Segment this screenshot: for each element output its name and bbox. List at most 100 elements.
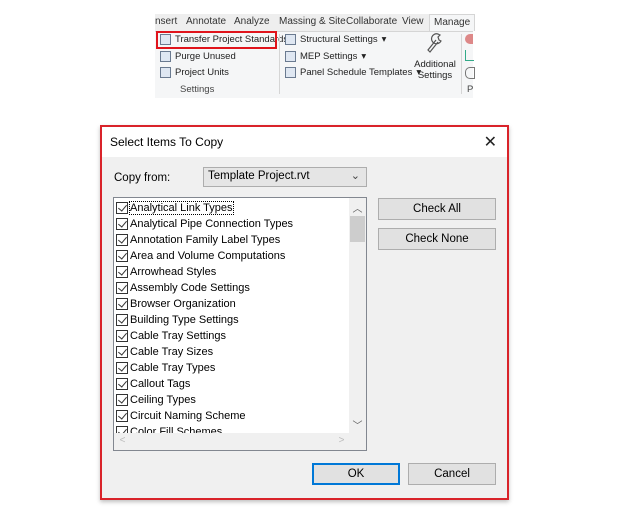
- ok-button[interactable]: OK: [312, 463, 400, 485]
- list-item-label: Cable Tray Types: [130, 362, 216, 374]
- additional-settings-button[interactable]: Additional Settings: [413, 32, 457, 92]
- list-item[interactable]: Callout Tags: [116, 376, 190, 392]
- cancel-button[interactable]: Cancel: [408, 463, 496, 485]
- mep-settings-label: MEP Settings: [300, 51, 358, 62]
- list-item[interactable]: Annotation Family Label Types: [116, 232, 280, 248]
- purge-icon: [160, 51, 171, 62]
- check-none-button[interactable]: Check None: [378, 228, 496, 250]
- list-item-label: Browser Organization: [130, 298, 236, 310]
- checkbox-checked[interactable]: [116, 250, 128, 262]
- checkbox-checked[interactable]: [116, 330, 128, 342]
- dialog-title: Select Items To Copy: [110, 135, 224, 149]
- list-item[interactable]: Analytical Pipe Connection Types: [116, 216, 293, 232]
- dialog-titlebar: Select Items To Copy ✕: [102, 127, 507, 157]
- panel-schedule-templates-button[interactable]: Panel Schedule Templates ▾: [285, 67, 421, 78]
- list-item-label: Analytical Pipe Connection Types: [130, 218, 294, 230]
- checkbox-checked[interactable]: [116, 362, 128, 374]
- ribbon-separator: [461, 34, 462, 94]
- checkbox-checked[interactable]: [116, 202, 128, 214]
- list-item[interactable]: Assembly Code Settings: [116, 280, 250, 296]
- list-item-label: Building Type Settings: [130, 314, 239, 326]
- project-units-button[interactable]: Project Units: [160, 67, 229, 78]
- list-item[interactable]: Building Type Settings: [116, 312, 239, 328]
- dropdown-arrow-icon: ▾: [381, 34, 387, 45]
- list-item-label: Cable Tray Settings: [130, 330, 226, 342]
- copy-from-select[interactable]: Template Project.rvt ⌄: [203, 167, 367, 187]
- purge-unused-label: Purge Unused: [175, 51, 236, 62]
- checkbox-checked[interactable]: [116, 378, 128, 390]
- partial-chart-icon: [465, 50, 474, 61]
- tab-view[interactable]: View: [402, 16, 424, 27]
- tab-collaborate[interactable]: Collaborate: [346, 16, 397, 27]
- scroll-left-icon[interactable]: <: [114, 435, 131, 446]
- list-item[interactable]: Analytical Link Types: [116, 200, 234, 216]
- checkbox-checked[interactable]: [116, 410, 128, 422]
- checkbox-checked[interactable]: [116, 282, 128, 294]
- checkbox-checked[interactable]: [116, 346, 128, 358]
- structural-settings-button[interactable]: Structural Settings ▾: [285, 34, 386, 45]
- tab-insert[interactable]: nsert: [155, 16, 177, 27]
- checkbox-checked[interactable]: [116, 298, 128, 310]
- list-item[interactable]: Cable Tray Sizes: [116, 344, 213, 360]
- horizontal-scrollbar[interactable]: < >: [114, 433, 350, 450]
- scroll-down-icon[interactable]: ﹀: [349, 417, 366, 432]
- check-all-button[interactable]: Check All: [378, 198, 496, 220]
- checkbox-checked[interactable]: [116, 266, 128, 278]
- partial-globe-icon: [465, 67, 475, 79]
- additional-settings-label-line1: Additional: [414, 59, 456, 70]
- partial-ribbon-icons: [465, 34, 475, 84]
- list-item-label: Ceiling Types: [130, 394, 196, 406]
- mep-settings-icon: [285, 51, 296, 62]
- list-item-label: Callout Tags: [130, 378, 191, 390]
- purge-unused-button[interactable]: Purge Unused: [160, 51, 236, 62]
- list-item-label: Area and Volume Computations: [130, 250, 286, 262]
- list-item[interactable]: Arrowhead Styles: [116, 264, 216, 280]
- scrollbar-thumb[interactable]: [350, 216, 365, 242]
- list-item[interactable]: Area and Volume Computations: [116, 248, 285, 264]
- revit-ribbon: nsert Annotate Analyze Massing & Site Co…: [155, 14, 476, 98]
- chevron-down-icon: ⌄: [350, 170, 360, 182]
- list-item-label: Arrowhead Styles: [130, 266, 217, 278]
- list-item[interactable]: Cable Tray Settings: [116, 328, 226, 344]
- checkbox-checked[interactable]: [116, 314, 128, 326]
- checkbox-checked[interactable]: [116, 394, 128, 406]
- structural-settings-label: Structural Settings: [300, 34, 378, 45]
- structural-settings-icon: [285, 34, 296, 45]
- tab-annotate[interactable]: Annotate: [186, 16, 226, 27]
- panel-schedule-templates-label: Panel Schedule Templates: [300, 67, 413, 78]
- partial-group-label: P: [467, 84, 474, 95]
- list-item[interactable]: Cable Tray Types: [116, 360, 215, 376]
- vertical-scrollbar[interactable]: ︿ ﹀: [349, 198, 366, 434]
- items-list[interactable]: Color Fill Schemes Circuit Naming Scheme C…: [113, 197, 367, 451]
- list-item-label: Annotation Family Label Types: [130, 234, 281, 246]
- checkbox-checked[interactable]: [116, 218, 128, 230]
- list-item-label: Assembly Code Settings: [130, 282, 250, 294]
- highlight-box: [156, 31, 277, 49]
- copy-from-value: Template Project.rvt: [208, 170, 310, 182]
- ribbon-tabs: nsert Annotate Analyze Massing & Site Co…: [155, 14, 476, 32]
- list-item[interactable]: Ceiling Types: [116, 392, 196, 408]
- list-item[interactable]: Browser Organization: [116, 296, 236, 312]
- list-item-label: Cable Tray Sizes: [130, 346, 214, 358]
- select-items-dialog: Select Items To Copy ✕ Copy from: Templa…: [100, 125, 509, 500]
- wrench-icon: [427, 33, 442, 53]
- list-item[interactable]: Circuit Naming Scheme: [116, 408, 246, 424]
- additional-settings-label-line2: Settings: [417, 70, 453, 81]
- project-units-label: Project Units: [175, 67, 229, 78]
- scroll-up-icon[interactable]: ︿: [349, 200, 366, 215]
- copy-from-label: Copy from:: [114, 172, 171, 184]
- ribbon-separator: [279, 34, 280, 94]
- list-item-label: Circuit Naming Scheme: [130, 410, 246, 422]
- mep-settings-button[interactable]: MEP Settings ▾: [285, 51, 366, 62]
- close-icon[interactable]: ✕: [484, 132, 497, 152]
- tab-massing-site[interactable]: Massing & Site: [279, 16, 346, 27]
- tab-analyze[interactable]: Analyze: [234, 16, 270, 27]
- panel-schedule-icon: [285, 67, 296, 78]
- scrollbar-corner: [349, 433, 366, 450]
- project-units-icon: [160, 67, 171, 78]
- scroll-right-icon[interactable]: >: [333, 435, 350, 446]
- dropdown-arrow-icon: ▾: [361, 51, 367, 62]
- tab-manage[interactable]: Manage: [429, 14, 476, 31]
- settings-group-label: Settings: [180, 84, 215, 95]
- checkbox-checked[interactable]: [116, 234, 128, 246]
